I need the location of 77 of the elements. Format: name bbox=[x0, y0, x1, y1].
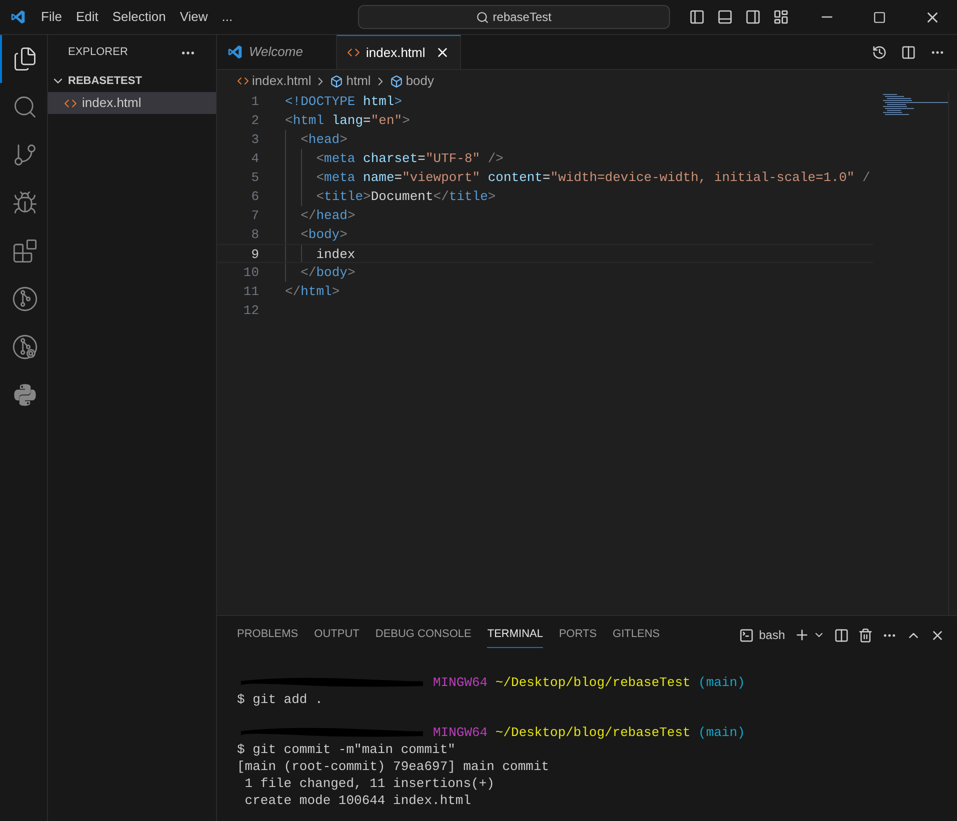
app-logo-icon bbox=[10, 9, 26, 25]
code-line: <html lang="en"> bbox=[285, 112, 410, 130]
explorer-entry[interactable]: index.html bbox=[48, 92, 216, 114]
cube-icon bbox=[330, 74, 344, 88]
menu-item[interactable]: Selection bbox=[105, 7, 173, 27]
line-number: 6 bbox=[250, 188, 259, 206]
menu-item[interactable]: Edit bbox=[68, 7, 106, 27]
terminal-icon bbox=[738, 628, 754, 642]
line-number: 3 bbox=[250, 131, 259, 149]
code-line: index bbox=[315, 246, 356, 262]
html-file-icon bbox=[64, 96, 77, 110]
menu-item[interactable]: File bbox=[34, 7, 69, 27]
toggle-sidebar-icon[interactable] bbox=[689, 9, 705, 25]
command-search-field[interactable]: rebaseTest bbox=[358, 5, 670, 29]
code-line: <meta charset="UTF-8" /> bbox=[315, 150, 504, 168]
html-file-icon bbox=[237, 75, 249, 87]
app-logo-icon bbox=[227, 44, 243, 60]
code-line: </html> bbox=[285, 283, 340, 301]
line-number: 7 bbox=[250, 207, 259, 225]
code-line: </body> bbox=[300, 264, 356, 282]
files-icon[interactable] bbox=[12, 46, 38, 72]
git-inspect-icon[interactable] bbox=[12, 334, 38, 360]
terminal-line: MINGW64 ~/Desktop/blog/rebaseTest (main) bbox=[433, 724, 746, 741]
menu-item[interactable]: ... bbox=[214, 7, 240, 27]
panel-tab[interactable]: PORTS bbox=[558, 622, 597, 648]
search-icon[interactable] bbox=[12, 94, 38, 120]
sidebar-title: EXPLORER bbox=[68, 45, 128, 60]
python-icon[interactable] bbox=[12, 382, 38, 408]
line-number: 8 bbox=[250, 226, 259, 244]
git-graph-icon[interactable] bbox=[12, 286, 38, 312]
line-number: 10 bbox=[242, 264, 259, 282]
split-editor-icon[interactable] bbox=[901, 44, 916, 60]
terminal-line: create mode 100644 index.html bbox=[244, 792, 472, 809]
html-file-icon bbox=[347, 46, 360, 59]
breadcrumb-item[interactable]: index.html bbox=[252, 71, 312, 91]
layout-icon[interactable] bbox=[773, 9, 789, 25]
line-number: 5 bbox=[250, 169, 259, 187]
panel-tab[interactable]: PROBLEMS bbox=[237, 622, 298, 648]
search-icon bbox=[476, 10, 489, 24]
panel-tab[interactable]: DEBUG CONSOLE bbox=[375, 622, 472, 648]
toggle-secondary-sidebar-icon[interactable] bbox=[745, 9, 761, 25]
line-number: 2 bbox=[250, 112, 259, 130]
trash-icon[interactable] bbox=[858, 628, 873, 642]
line-number: 12 bbox=[242, 302, 259, 320]
code-line: <meta name="viewport" content="width=device-width, initial-scale=1.0" / bbox=[315, 169, 870, 187]
terminal-line: $ git add . bbox=[237, 691, 323, 708]
breadcrumb-item[interactable]: html bbox=[346, 71, 371, 91]
panel-tab[interactable]: OUTPUT bbox=[314, 622, 360, 648]
maximize-icon[interactable] bbox=[873, 10, 886, 24]
line-number: 9 bbox=[250, 246, 259, 262]
terminal-line: MINGW64 ~/Desktop/blog/rebaseTest (main) bbox=[433, 674, 746, 691]
add-terminal-icon[interactable] bbox=[794, 627, 810, 643]
bug-icon[interactable] bbox=[12, 190, 38, 216]
line-number: 4 bbox=[250, 150, 259, 168]
line-number: 11 bbox=[242, 283, 259, 301]
menu-item[interactable]: View bbox=[172, 7, 215, 27]
terminal-line: 1 file changed, 11 insertions(+) bbox=[244, 775, 494, 792]
code-line: </head> bbox=[300, 207, 356, 225]
code-line: <body> bbox=[300, 226, 348, 244]
cube-icon bbox=[390, 74, 403, 88]
panel-tab[interactable]: TERMINAL bbox=[487, 622, 543, 648]
code-line: <title>Document</title> bbox=[315, 188, 496, 206]
panel-tab[interactable]: GITLENS bbox=[612, 622, 660, 648]
terminal-selector[interactable]: bash bbox=[738, 626, 785, 644]
branch-icon[interactable] bbox=[12, 142, 38, 168]
history-icon[interactable] bbox=[872, 44, 887, 60]
split-terminal-icon[interactable] bbox=[834, 628, 849, 642]
folder-header[interactable]: REBASETEST bbox=[48, 70, 216, 92]
editor-tab[interactable]: index.html bbox=[337, 35, 462, 69]
breadcrumb-item[interactable]: body bbox=[406, 71, 434, 91]
code-line: <!DOCTYPE html> bbox=[285, 93, 402, 111]
line-number: 1 bbox=[250, 93, 259, 111]
toggle-panel-icon[interactable] bbox=[717, 9, 733, 25]
terminal-line: $ git commit -m"main commit" bbox=[237, 741, 456, 758]
terminal-line: [main (root-commit) 79ea697] main commit bbox=[237, 758, 550, 775]
code-line: <head> bbox=[300, 131, 348, 149]
extensions-icon[interactable] bbox=[12, 238, 38, 264]
